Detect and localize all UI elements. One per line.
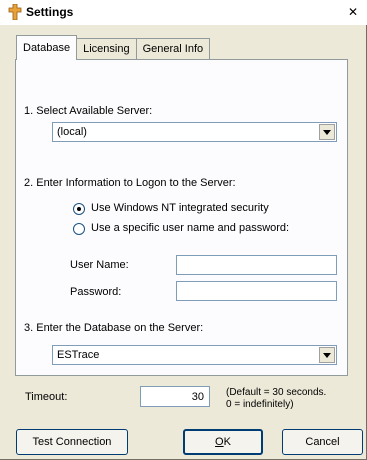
close-icon[interactable]: ✕ xyxy=(346,5,360,19)
settings-dialog: Settings ✕ Database Licensing General In… xyxy=(0,0,367,460)
database-select[interactable]: ESTrace xyxy=(52,345,337,365)
server-select[interactable]: (local) xyxy=(52,122,337,142)
tab-strip: Database Licensing General Info xyxy=(16,35,211,60)
ok-button-label: OK xyxy=(215,436,231,448)
database-select-value: ESTrace xyxy=(57,349,100,361)
step1-label: 1. Select Available Server: xyxy=(24,105,153,117)
tab-database[interactable]: Database xyxy=(16,35,78,60)
settings-app-icon xyxy=(7,3,23,21)
radio-specific-login-label[interactable]: Use a specific user name and password: xyxy=(91,222,289,234)
timeout-hint-line2: 0 = indefinitely) xyxy=(226,399,294,410)
timeout-input[interactable]: 30 xyxy=(140,386,210,407)
window-title: Settings xyxy=(26,5,74,19)
tab-licensing[interactable]: Licensing xyxy=(76,38,137,60)
chevron-down-icon[interactable] xyxy=(319,124,335,140)
chevron-down-icon[interactable] xyxy=(319,347,335,363)
test-connection-button[interactable]: Test Connection xyxy=(16,429,128,455)
radio-specific-login[interactable] xyxy=(73,223,85,235)
radio-nt-security-label[interactable]: Use Windows NT integrated security xyxy=(91,202,269,214)
timeout-hint-line1: (Default = 30 seconds. xyxy=(226,387,327,398)
password-field[interactable] xyxy=(176,281,337,301)
timeout-label: Timeout: xyxy=(25,391,68,403)
username-label: User Name: xyxy=(70,259,129,271)
cancel-button[interactable]: Cancel xyxy=(282,429,363,455)
timeout-value: 30 xyxy=(191,391,204,403)
step3-label: 3. Enter the Database on the Server: xyxy=(24,322,204,334)
username-field[interactable] xyxy=(176,255,337,275)
radio-nt-security[interactable] xyxy=(73,203,85,215)
ok-button[interactable]: OK xyxy=(183,429,263,455)
tab-general-info[interactable]: General Info xyxy=(135,38,211,60)
timeout-hint: (Default = 30 seconds. 0 = indefinitely) xyxy=(226,387,326,411)
step2-label: 2. Enter Information to Logon to the Ser… xyxy=(24,177,236,189)
database-tab-panel: 1. Select Available Server: (local) 2. E… xyxy=(15,59,348,376)
password-label: Password: xyxy=(70,286,122,298)
server-select-value: (local) xyxy=(57,126,87,138)
title-bar[interactable]: Settings ✕ xyxy=(0,0,367,25)
